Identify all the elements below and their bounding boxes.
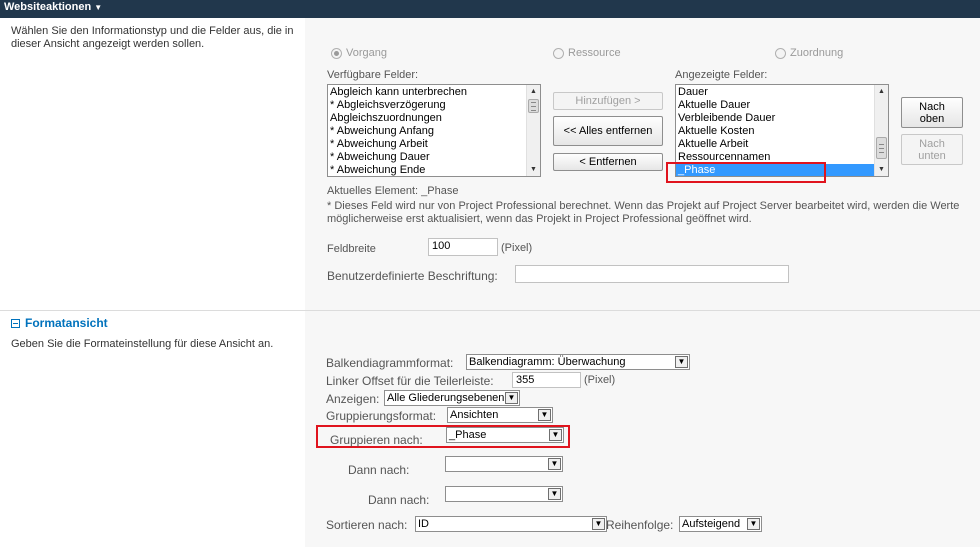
radio-button-icon bbox=[775, 47, 786, 59]
offset-label: Linker Offset für die Teilerleiste: bbox=[326, 374, 494, 388]
field-width-unit: (Pixel) bbox=[501, 242, 533, 254]
custom-caption-input[interactable] bbox=[515, 265, 789, 283]
list-item[interactable]: Aktuelle Arbeit bbox=[676, 138, 888, 151]
chevron-down-icon: ▼ bbox=[94, 3, 103, 12]
top-bar bbox=[0, 0, 980, 18]
list-item[interactable]: Abgleichszuordnungen bbox=[328, 112, 540, 125]
list-item[interactable]: * Abgleichsverzögerung bbox=[328, 99, 540, 112]
move-up-button[interactable]: Nach oben bbox=[901, 97, 963, 128]
group-format-label: Gruppierungsformat: bbox=[326, 409, 437, 423]
sort-order-select[interactable]: Aufsteigend ▼ bbox=[679, 516, 762, 532]
show-select[interactable]: Alle Gliederungsebenen ▼ bbox=[384, 390, 520, 406]
field-width-label: Feldbreite bbox=[327, 243, 376, 255]
group-format-select[interactable]: Ansichten ▼ bbox=[447, 407, 553, 423]
sort-order-label: Reihenfolge: bbox=[606, 518, 674, 532]
then-by-2-label: Dann nach: bbox=[368, 493, 430, 507]
site-actions-menu[interactable]: Websiteaktionen ▼ bbox=[4, 1, 102, 13]
dropdown-arrow-icon[interactable]: ▼ bbox=[675, 356, 688, 368]
collapse-icon[interactable] bbox=[11, 318, 20, 328]
radio-resource[interactable]: Ressource bbox=[553, 47, 621, 59]
list-item[interactable]: Verbleibende Dauer bbox=[676, 112, 888, 125]
move-down-button[interactable]: Nach unten bbox=[901, 134, 963, 165]
list-item[interactable]: * Abweichung Anfang bbox=[328, 125, 540, 138]
scroll-up-icon[interactable]: ▲ bbox=[875, 85, 888, 98]
sort-by-label: Sortieren nach: bbox=[326, 518, 408, 532]
offset-input[interactable]: 355 bbox=[512, 372, 581, 388]
show-label: Anzeigen: bbox=[326, 392, 380, 406]
scroll-down-icon[interactable]: ▼ bbox=[875, 163, 888, 176]
then-by-1-select[interactable]: ▼ bbox=[445, 456, 563, 472]
gantt-format-label: Balkendiagrammformat: bbox=[326, 356, 454, 370]
available-fields-list[interactable]: Abgleich kann unterbrechen * Abgleichsve… bbox=[327, 84, 541, 177]
scroll-up-icon[interactable]: ▲ bbox=[527, 85, 540, 98]
available-fields-label: Verfügbare Felder: bbox=[327, 69, 419, 81]
section-divider bbox=[0, 310, 980, 311]
site-actions-label: Websiteaktionen bbox=[4, 1, 92, 13]
list-item[interactable]: * Abweichung Arbeit bbox=[328, 138, 540, 151]
scroll-thumb[interactable] bbox=[528, 99, 539, 113]
add-field-button[interactable]: Hinzufügen > bbox=[553, 92, 663, 110]
vertical-scrollbar[interactable]: ▲ ▼ bbox=[874, 85, 888, 176]
remove-field-button[interactable]: < Entfernen bbox=[553, 153, 663, 171]
highlight-box bbox=[666, 162, 826, 183]
group-by-select[interactable]: _Phase ▼ bbox=[446, 427, 564, 443]
radio-assignment[interactable]: Zuordnung bbox=[775, 47, 843, 59]
calculation-note: * Dieses Feld wird nur von Project Profe… bbox=[327, 200, 960, 225]
list-item[interactable]: Aktuelle Dauer bbox=[676, 99, 888, 112]
then-by-2-select[interactable]: ▼ bbox=[445, 486, 563, 502]
radio-button-icon bbox=[331, 47, 342, 59]
group-by-label: Gruppieren nach: bbox=[330, 433, 423, 447]
vertical-scrollbar[interactable]: ▲ ▼ bbox=[526, 85, 540, 176]
list-item[interactable]: * Abweichung Dauer bbox=[328, 151, 540, 164]
dropdown-arrow-icon[interactable]: ▼ bbox=[548, 458, 561, 470]
dropdown-arrow-icon[interactable]: ▼ bbox=[548, 488, 561, 500]
format-section-title: Formatansicht bbox=[25, 316, 108, 330]
dropdown-arrow-icon[interactable]: ▼ bbox=[592, 518, 605, 530]
scroll-down-icon[interactable]: ▼ bbox=[527, 163, 540, 176]
format-section-toggle[interactable]: Formatansicht bbox=[11, 316, 108, 330]
format-section-description: Geben Sie die Formateinstellung für dies… bbox=[11, 338, 274, 350]
list-item[interactable]: Dauer bbox=[676, 86, 888, 99]
current-element-text: Aktuelles Element: _Phase bbox=[327, 185, 459, 197]
list-item[interactable]: Aktuelle Kosten bbox=[676, 125, 888, 138]
dropdown-arrow-icon[interactable]: ▼ bbox=[538, 409, 551, 421]
dropdown-arrow-icon[interactable]: ▼ bbox=[505, 392, 518, 404]
dropdown-arrow-icon[interactable]: ▼ bbox=[549, 429, 562, 441]
radio-button-icon bbox=[553, 47, 564, 59]
then-by-1-label: Dann nach: bbox=[348, 463, 410, 477]
fields-section-description: Wählen Sie den Informationstyp und die F… bbox=[11, 25, 294, 50]
dropdown-arrow-icon[interactable]: ▼ bbox=[747, 518, 760, 530]
offset-unit: (Pixel) bbox=[584, 374, 616, 386]
displayed-fields-label: Angezeigte Felder: bbox=[675, 69, 768, 81]
list-item[interactable]: * Abweichung Ende bbox=[328, 164, 540, 176]
sort-by-select[interactable]: ID ▼ bbox=[415, 516, 607, 532]
field-width-input[interactable]: 100 bbox=[428, 238, 498, 256]
remove-all-button[interactable]: << Alles entfernen bbox=[553, 116, 663, 146]
scroll-thumb[interactable] bbox=[876, 137, 887, 159]
custom-caption-label: Benutzerdefinierte Beschriftung: bbox=[327, 269, 498, 283]
list-item[interactable]: Abgleich kann unterbrechen bbox=[328, 86, 540, 99]
radio-task[interactable]: Vorgang bbox=[331, 47, 387, 59]
gantt-format-select[interactable]: Balkendiagramm: Überwachung ▼ bbox=[466, 354, 690, 370]
